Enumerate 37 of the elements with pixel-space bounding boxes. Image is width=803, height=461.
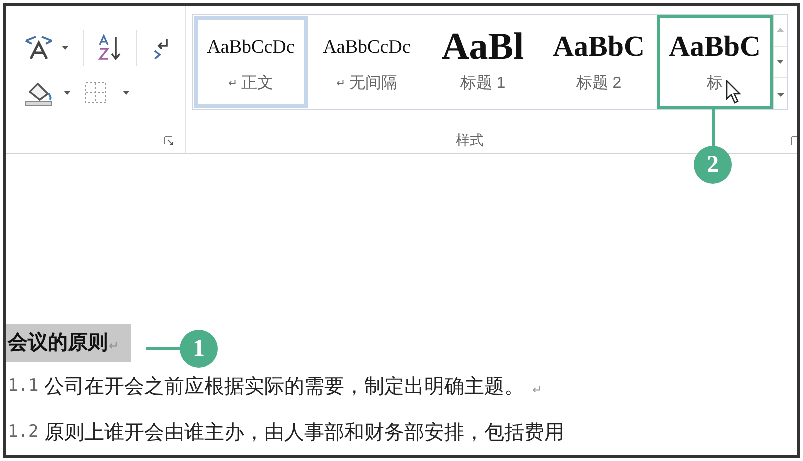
paragraph-marks-icon[interactable] <box>153 37 171 59</box>
paragraph-mark: ↵ <box>336 76 346 92</box>
style-label: 标 <box>707 74 723 94</box>
step-number: 1 <box>180 330 218 368</box>
style-label: 标题 1 <box>460 74 506 94</box>
borders-icon[interactable] <box>85 82 107 104</box>
caret-icon[interactable] <box>123 91 130 95</box>
more-styles-icon[interactable] <box>776 90 784 98</box>
paragraph-mark: ↵ <box>532 382 543 399</box>
style-preview: AaBbC <box>669 30 761 66</box>
style-label: 标题 2 <box>576 74 622 94</box>
heading-text: 会议的原则 <box>8 330 108 356</box>
step-number: 2 <box>694 146 732 184</box>
caret-icon[interactable] <box>64 91 71 95</box>
dialog-launcher-icon[interactable] <box>791 136 797 146</box>
dialog-launcher-icon[interactable] <box>164 136 174 146</box>
group-label: 样式 <box>456 131 484 150</box>
paragraph-mark: ↵ <box>109 338 119 355</box>
style-preview: AaBbCcDc <box>323 36 411 60</box>
style-preview: AaBl <box>442 28 524 68</box>
style-label: 正文 <box>242 74 274 94</box>
leader-line <box>146 347 182 350</box>
caret-icon[interactable] <box>62 46 69 50</box>
paragraph-text: 原则上谁开会由谁主办，由人事部和财务部安排，包括费用 <box>44 421 565 446</box>
list-number: 1.1 <box>8 375 39 398</box>
style-label: 无间隔 <box>350 74 398 94</box>
list-number: 1.2 <box>8 421 39 444</box>
style-preview: AaBbC <box>553 30 645 66</box>
mouse-cursor-icon <box>726 80 742 104</box>
paragraph-mark: ↵ <box>228 76 238 92</box>
sort-icon[interactable] <box>98 34 122 62</box>
scroll-down-icon[interactable] <box>777 60 784 64</box>
paragraph-text: 公司在开会之前应根据实际的需要，制定出明确主题。 <box>44 375 525 400</box>
leader-line <box>712 109 715 149</box>
style-item[interactable]: AaBbC 标 <box>657 15 773 109</box>
style-item[interactable]: AaBbCcDc ↵ 正文 <box>193 15 309 109</box>
style-preview: AaBbCcDc <box>207 36 295 60</box>
